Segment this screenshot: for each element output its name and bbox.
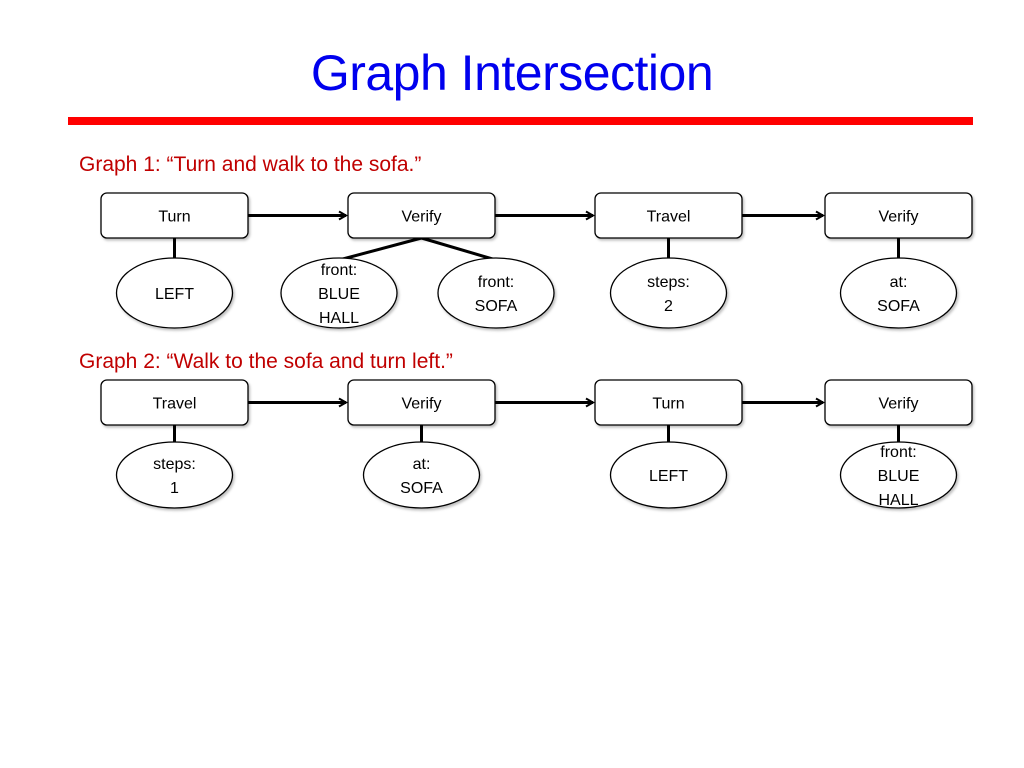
param-label: BLUE xyxy=(878,468,920,485)
param-node xyxy=(437,257,555,329)
param-node xyxy=(115,441,234,509)
param-label: LEFT xyxy=(649,468,688,485)
param-label: front: xyxy=(478,274,514,291)
param-label: 2 xyxy=(664,298,673,315)
action-label: Turn xyxy=(158,209,190,226)
param-label: LEFT xyxy=(155,286,194,303)
action-label: Verify xyxy=(401,209,441,226)
action-label: Turn xyxy=(652,396,684,413)
param-label: steps: xyxy=(153,456,196,473)
action-label: Travel xyxy=(647,209,691,226)
action-label: Travel xyxy=(153,396,197,413)
param-label: steps: xyxy=(647,274,690,291)
param-label: HALL xyxy=(878,492,918,509)
param-connector xyxy=(421,236,497,262)
action-label: Verify xyxy=(878,396,918,413)
param-label: front: xyxy=(321,262,357,279)
action-label: Verify xyxy=(401,396,441,413)
action-label: Verify xyxy=(878,209,918,226)
graph-diagram: LEFT Turn front: BLUE HALL front: SOFA Verify st… xyxy=(100,192,973,509)
param-label: 1 xyxy=(170,480,179,497)
param-node xyxy=(362,441,481,509)
param-node xyxy=(839,257,958,329)
param-node xyxy=(609,257,728,329)
param-label: SOFA xyxy=(475,298,518,315)
param-label: at: xyxy=(413,456,431,473)
param-connector xyxy=(338,236,422,262)
param-label: at: xyxy=(890,274,908,291)
param-label: BLUE xyxy=(318,286,360,303)
param-label: SOFA xyxy=(877,298,920,315)
param-label: front: xyxy=(880,444,916,461)
param-label: HALL xyxy=(319,310,359,327)
param-label: SOFA xyxy=(400,480,443,497)
